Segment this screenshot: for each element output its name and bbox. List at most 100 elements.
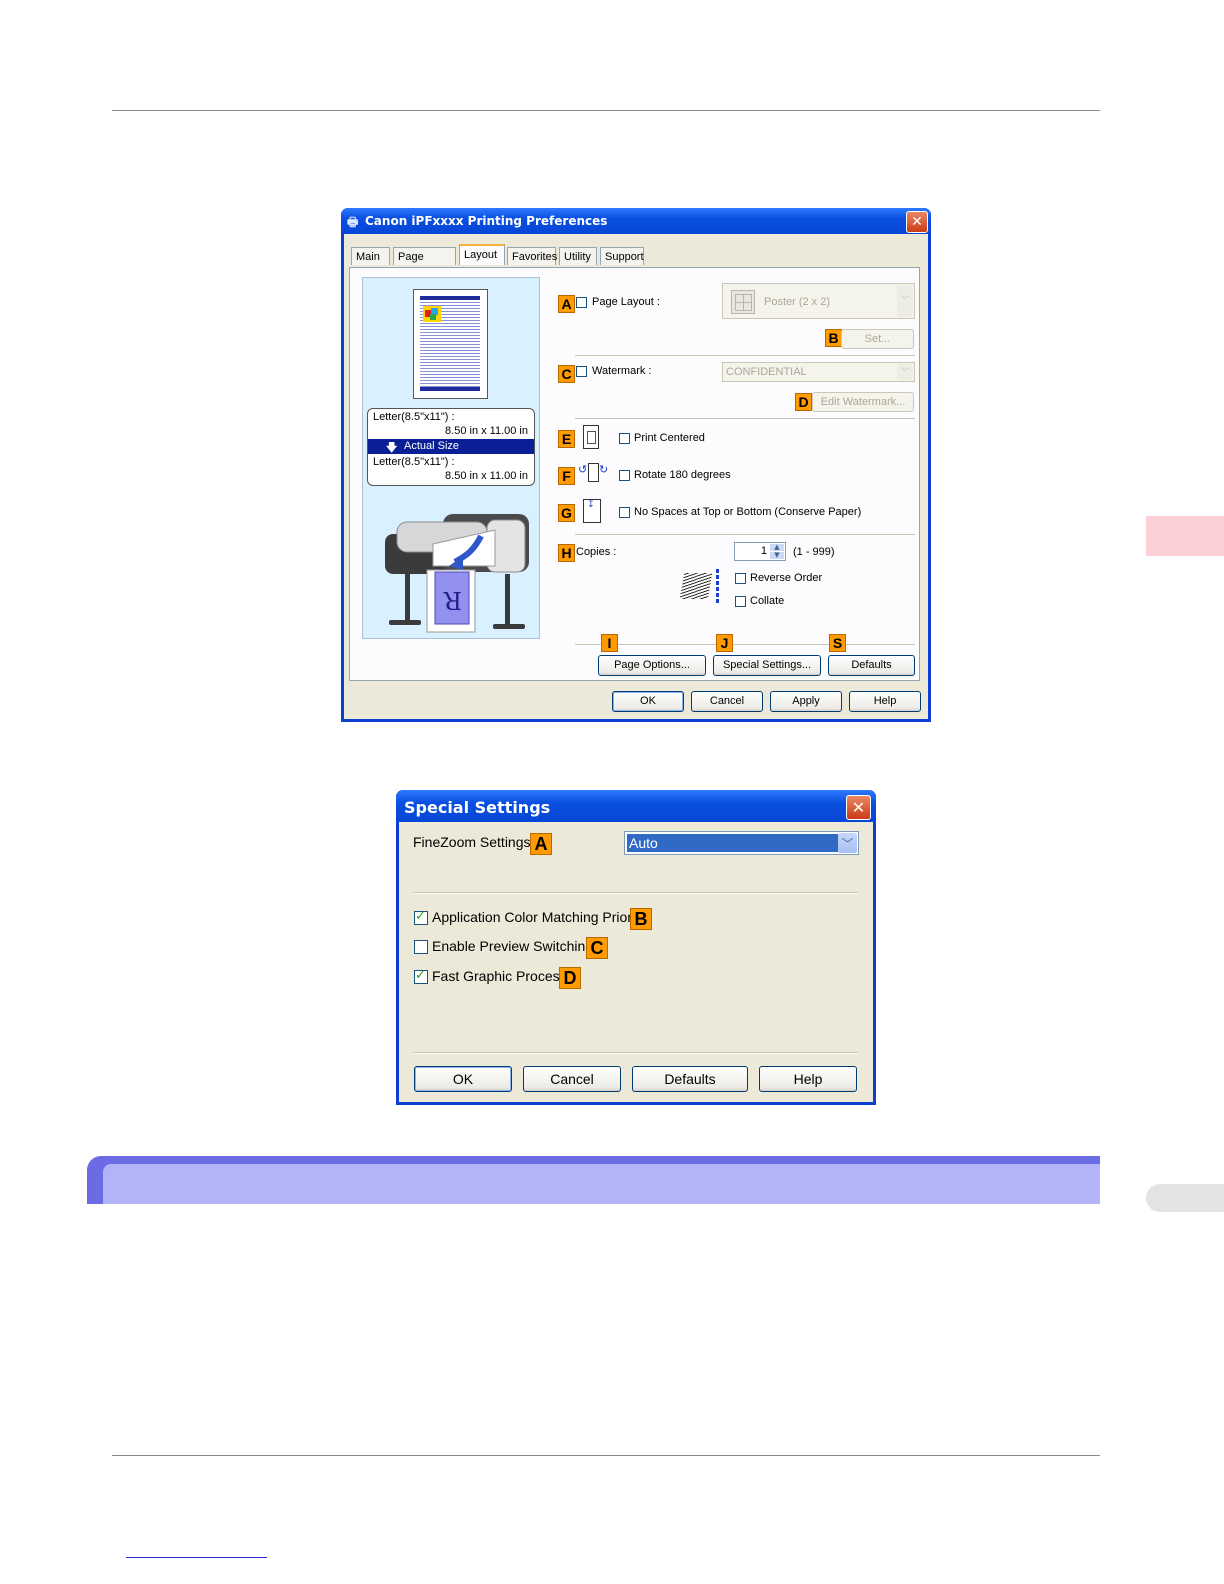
side-tab-chapter[interactable] [1146,516,1224,556]
separator [413,892,858,894]
page-layout-select[interactable]: Poster (2 x 2) ﹀ [722,283,915,319]
copies-label: Copies : [576,546,617,558]
paper-size-box: Letter(8.5"x11") : 8.50 in x 11.00 in 🡇 … [367,408,535,486]
collate-checkbox[interactable] [735,596,746,607]
separator [413,1052,858,1054]
set-button[interactable]: Set... [841,329,914,349]
chevron-down-icon[interactable]: ▼ [770,552,784,559]
edit-watermark-button[interactable]: Edit Watermark... [812,392,914,412]
reverse-order-label: Reverse Order [750,572,823,584]
chevron-down-icon: ﹀ [838,833,857,853]
badge-c: C [558,365,575,383]
close-icon[interactable]: ✕ [846,795,871,820]
defaults-button[interactable]: Defaults [632,1066,748,1092]
print-centered-label: Print Centered [634,432,705,444]
special-settings-button[interactable]: Special Settings... [713,655,821,676]
fast-graphic-checkbox[interactable] [414,968,428,984]
close-icon[interactable]: ✕ [906,211,928,233]
preview-area: Letter(8.5"x11") : 8.50 in x 11.00 in 🡇 … [362,277,540,639]
finezoom-select[interactable]: Auto ﹀ [624,831,859,855]
badge-e: E [558,430,575,448]
badge-h: H [558,544,575,562]
app-color-label: Application Color Matching Priority [432,909,646,925]
app-color-checkbox[interactable] [414,909,428,925]
collate-icon [679,569,722,607]
window-body: Main Page Setup Layout Favorites Utility… [344,234,928,719]
copies-range: (1 - 999) [793,546,835,558]
help-button[interactable]: Help [849,691,921,712]
footer-link-underline [126,1557,267,1558]
watermark-value: CONFIDENTIAL [726,366,807,378]
page-thumbnail [413,289,488,399]
copies-value: 1 [760,545,767,557]
paper2-label: Letter(8.5"x11") : [373,456,455,468]
rotate-label: Rotate 180 degrees [634,469,731,481]
watermark-checkbox[interactable] [576,366,587,377]
dialog-title: Special Settings [404,798,551,817]
conserve-paper-icon: ↧ [583,499,601,523]
page-image-icon [423,306,441,322]
paper1-label: Letter(8.5"x11") : [373,411,455,423]
side-tab-index[interactable] [1146,1184,1224,1212]
print-centered-icon [583,425,599,449]
tab-favorites[interactable]: Favorites [507,247,557,265]
window-titlebar: 🖶 Canon iPFxxxx Printing Preferences ✕ [341,208,931,234]
badge-d: D [795,393,812,411]
tab-support[interactable]: Support [600,247,644,265]
badge-c: C [586,937,608,959]
ok-button[interactable]: OK [414,1066,512,1092]
fast-graphic-label: Fast Graphic Process [432,968,567,984]
dialog-body: FineZoom Settings : A Auto ﹀ Application… [399,822,873,1102]
watermark-select[interactable]: CONFIDENTIAL ﹀ [722,362,915,382]
rotate-checkbox[interactable] [619,470,630,481]
tab-layout[interactable]: Layout [459,244,505,265]
cancel-button[interactable]: Cancel [691,691,763,712]
scale-label: Actual Size [404,440,460,452]
badge-i: I [601,634,618,652]
rotate-icon: ↺ ↻ [578,463,608,483]
page-options-button[interactable]: Page Options... [598,655,706,676]
help-button[interactable]: Help [759,1066,857,1092]
page-layout-checkbox[interactable] [576,297,587,308]
bottom-rule [112,1455,1100,1456]
badge-b: B [630,908,652,930]
ok-button[interactable]: OK [612,691,684,712]
collate-label: Collate [750,595,785,607]
no-spaces-checkbox[interactable] [619,507,630,518]
page-layout-label: Page Layout : [592,296,660,308]
section-header [87,1156,1100,1204]
printer-icon: 🖶 [347,215,359,229]
badge-d: D [559,967,581,989]
copies-stepper[interactable]: 1 ▲ ▼ [734,542,786,561]
badge-a: A [558,295,575,313]
printing-preferences-window: 🖶 Canon iPFxxxx Printing Preferences ✕ M… [341,208,931,722]
cancel-button[interactable]: Cancel [523,1066,621,1092]
defaults-button[interactable]: Defaults [828,655,915,676]
chevron-up-icon[interactable]: ▲ [770,544,784,551]
no-spaces-label: No Spaces at Top or Bottom (Conserve Pap… [634,506,862,518]
chevron-down-icon: ﹀ [897,364,913,380]
preview-switch-checkbox[interactable] [414,940,428,954]
tab-strip: Main Page Setup Layout Favorites Utility… [351,244,911,281]
page-layout-value: Poster (2 x 2) [764,296,831,308]
window-title: Canon iPFxxxx Printing Preferences [365,214,608,228]
paper1-size: 8.50 in x 11.00 in [445,425,528,437]
tab-utility[interactable]: Utility [559,247,597,265]
reverse-order-checkbox[interactable] [735,573,746,584]
separator [575,355,915,357]
separator [575,534,915,536]
tab-page-setup[interactable]: Page Setup [393,247,456,281]
badge-b: B [825,329,842,347]
output-letter: R [443,586,462,614]
badge-j: J [716,634,733,652]
tab-main[interactable]: Main [351,247,390,265]
top-rule [112,110,1100,111]
print-centered-checkbox[interactable] [619,433,630,444]
printer-illustration: R [385,514,529,633]
apply-button[interactable]: Apply [770,691,842,712]
finezoom-value: Auto [627,834,838,852]
finezoom-label: FineZoom Settings : [413,834,539,850]
section-header-fill [103,1164,1100,1204]
chevron-down-icon: ﹀ [897,285,913,317]
scale-row: 🡇 Actual Size [368,439,534,454]
